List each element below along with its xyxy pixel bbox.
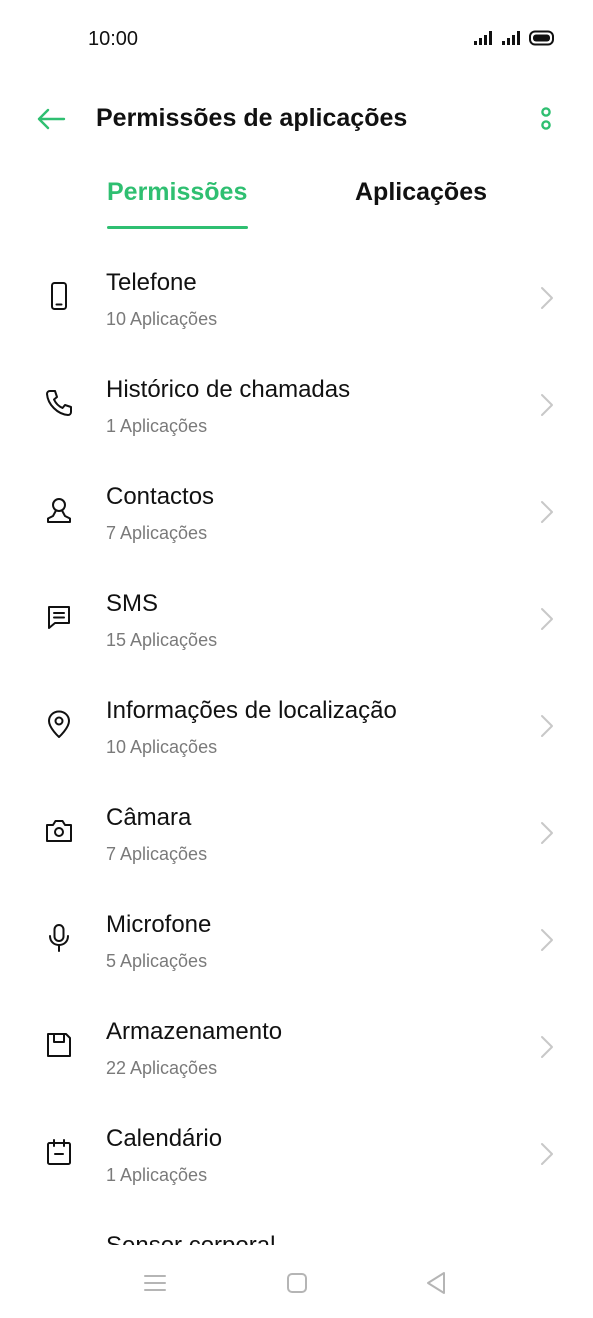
location-icon — [48, 710, 70, 738]
calendar-icon — [47, 1139, 71, 1165]
permission-label: Contactos — [106, 483, 215, 510]
chevron-right-icon — [541, 929, 553, 951]
menu-icon[interactable] — [140, 1268, 170, 1298]
permission-label: Informações de localização — [106, 697, 397, 724]
permission-item-calendar[interactable]: Calendário 1 Aplicações — [0, 1101, 593, 1208]
permission-count: 1 Aplicações — [106, 1165, 208, 1185]
signal-icon-2 — [502, 31, 520, 45]
message-icon — [48, 606, 70, 629]
permission-label: Calendário — [106, 1125, 223, 1152]
permission-label: Histórico de chamadas — [106, 376, 351, 403]
page-title: Permissões de aplicações — [96, 104, 408, 132]
navigation-bar — [0, 1250, 593, 1318]
signal-icon — [474, 31, 492, 45]
camera-icon — [46, 820, 72, 842]
chevron-right-icon — [541, 822, 553, 844]
permission-label: Sensor corporal — [106, 1232, 275, 1245]
back-triangle-icon[interactable] — [422, 1268, 452, 1298]
tab-applications[interactable]: Aplicações — [355, 178, 487, 207]
permission-list: Telefone 10 Aplicações Histórico de cham… — [0, 245, 593, 1245]
status-bar: 10:00 — [0, 0, 593, 78]
permission-label: Câmara — [106, 804, 192, 831]
permission-item-contacts[interactable]: Contactos 7 Aplicações — [0, 459, 593, 566]
permission-item-location[interactable]: Informações de localização 10 Aplicações — [0, 673, 593, 780]
permission-label: Armazenamento — [106, 1018, 283, 1045]
chevron-right-icon — [541, 1036, 553, 1058]
permission-count: 7 Aplicações — [106, 523, 208, 543]
contacts-icon — [47, 498, 71, 523]
permission-count: 10 Aplicações — [106, 737, 218, 757]
home-icon[interactable] — [282, 1268, 312, 1298]
phone-device-icon — [51, 282, 67, 310]
tab-bar: Permissões Aplicações — [0, 170, 593, 232]
permission-count: 7 Aplicações — [106, 844, 208, 864]
battery-icon — [529, 30, 554, 46]
permission-label: Telefone — [106, 269, 197, 296]
permission-item-storage[interactable]: Armazenamento 22 Aplicações — [0, 994, 593, 1101]
permission-item-call-history[interactable]: Histórico de chamadas 1 Aplicações — [0, 352, 593, 459]
chevron-right-icon — [541, 394, 553, 416]
status-time: 10:00 — [88, 28, 139, 50]
chevron-right-icon — [541, 1143, 553, 1165]
more-options-icon[interactable] — [529, 102, 563, 136]
permission-item-camera[interactable]: Câmara 7 Aplicações — [0, 780, 593, 887]
tab-indicator — [107, 226, 248, 229]
status-icons — [473, 28, 555, 48]
app-bar: Permissões de aplicações — [0, 88, 593, 150]
permission-label: SMS — [106, 590, 159, 617]
chevron-right-icon — [541, 715, 553, 737]
permission-count: 10 Aplicações — [106, 309, 218, 329]
permission-item-telefone[interactable]: Telefone 10 Aplicações — [0, 245, 593, 352]
permission-count: 1 Aplicações — [106, 416, 208, 436]
chevron-right-icon — [541, 287, 553, 309]
storage-icon — [47, 1033, 71, 1057]
chevron-right-icon — [541, 608, 553, 630]
back-arrow-icon[interactable] — [34, 102, 68, 136]
call-icon — [46, 390, 72, 416]
permission-count: 22 Aplicações — [106, 1058, 218, 1078]
permission-count: 5 Aplicações — [106, 951, 208, 971]
microphone-icon — [49, 924, 69, 952]
tab-permissions[interactable]: Permissões — [107, 178, 247, 207]
permission-label: Microfone — [106, 911, 212, 938]
chevron-right-icon — [541, 501, 553, 523]
permission-item-microphone[interactable]: Microfone 5 Aplicações — [0, 887, 593, 994]
permission-count: 15 Aplicações — [106, 630, 218, 650]
permission-item-body-sensor[interactable]: Sensor corporal — [0, 1208, 593, 1245]
permission-item-sms[interactable]: SMS 15 Aplicações — [0, 566, 593, 673]
